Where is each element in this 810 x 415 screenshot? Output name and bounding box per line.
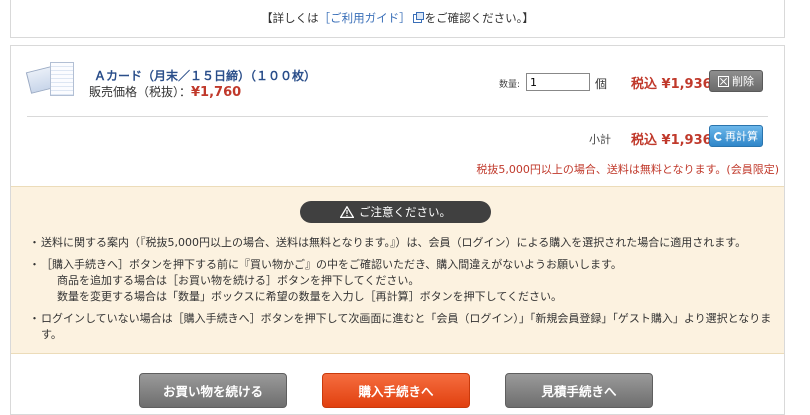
line-total: 税込 ¥1,936 [631,77,712,92]
product-price-row: 販売価格（税抜）：¥1,760 [89,83,241,100]
quantity-input[interactable] [526,73,590,91]
quantity-label: 数量: [499,80,521,90]
product-price: ¥1,760 [191,85,242,100]
recalculate-label: 再計算 [725,130,758,143]
external-window-icon [412,12,424,23]
caution-note: ［購入手続きへ］ボタンを押下する前に『買い物かご』の中をご確認いただき、購入間違… [29,257,776,305]
caution-list: 送料に関する案内（『税抜5,000円以上の場合、送料は無料となります。』）は、会… [29,235,776,349]
delete-button[interactable]: 削除 [709,70,763,92]
price-label: 販売価格（税抜）： [89,85,192,99]
guide-notice-prefix: 【詳しくは [261,11,319,25]
guide-notice-box: 【詳しくは［ご利用ガイド］ をご確認ください。】 [10,0,785,38]
usage-guide-link[interactable]: ［ご利用ガイド］ [319,11,411,25]
recalculate-button[interactable]: 再計算 [709,125,763,147]
caution-note: 送料に関する案内（『税抜5,000円以上の場合、送料は無料となります。』）は、会… [29,235,776,251]
product-name-link[interactable]: Ａカード（月末／１５日締）（１００枚） [94,67,316,84]
continue-shopping-button[interactable]: お買い物を続ける [139,373,287,408]
guide-notice: 【詳しくは［ご利用ガイド］ をご確認ください。】 [11,10,784,26]
product-thumbnail[interactable] [25,62,78,98]
guide-notice-suffix: をご確認ください。】 [424,11,534,25]
warning-icon [340,206,354,218]
caution-title: ご注意ください。 [359,205,451,219]
close-box-icon [718,75,729,87]
delete-label: 削除 [732,75,754,88]
subtotal-value: 税込 ¥1,936 [631,133,712,148]
row-divider [27,116,768,117]
caution-note-line: 商品を追加する場合は［お買い物を続ける］ボタンを押下してください。 [57,274,420,287]
caution-note: ログインしていない場合は［購入手続きへ］ボタンを押下して次画面に進むと「会員（ロ… [29,311,776,343]
subtotal-label: 小計 [589,133,611,146]
estimate-button[interactable]: 見積手続きへ [505,373,653,408]
cart-panel: Ａカード（月末／１５日締）（１００枚） 販売価格（税抜）：¥1,760 数量: … [10,45,785,415]
refresh-icon [714,131,723,141]
caution-panel: ご注意ください。 送料に関する案内（『税抜5,000円以上の場合、送料は無料とな… [11,186,784,354]
checkout-button[interactable]: 購入手続きへ [322,373,470,408]
caution-note-line: 数量を変更する場合は「数量」ボックスに希望の数量を入力し［再計算］ボタンを押下し… [57,290,563,303]
caution-note-line: ［購入手続きへ］ボタンを押下する前に『買い物かご』の中をご確認いただき、購入間違… [41,258,622,271]
free-shipping-note: 税抜5,000円以上の場合、送料は無料となります。(会員限定) [476,163,779,176]
quantity-unit: 個 [595,77,608,91]
caution-title-badge: ご注意ください。 [300,201,491,223]
